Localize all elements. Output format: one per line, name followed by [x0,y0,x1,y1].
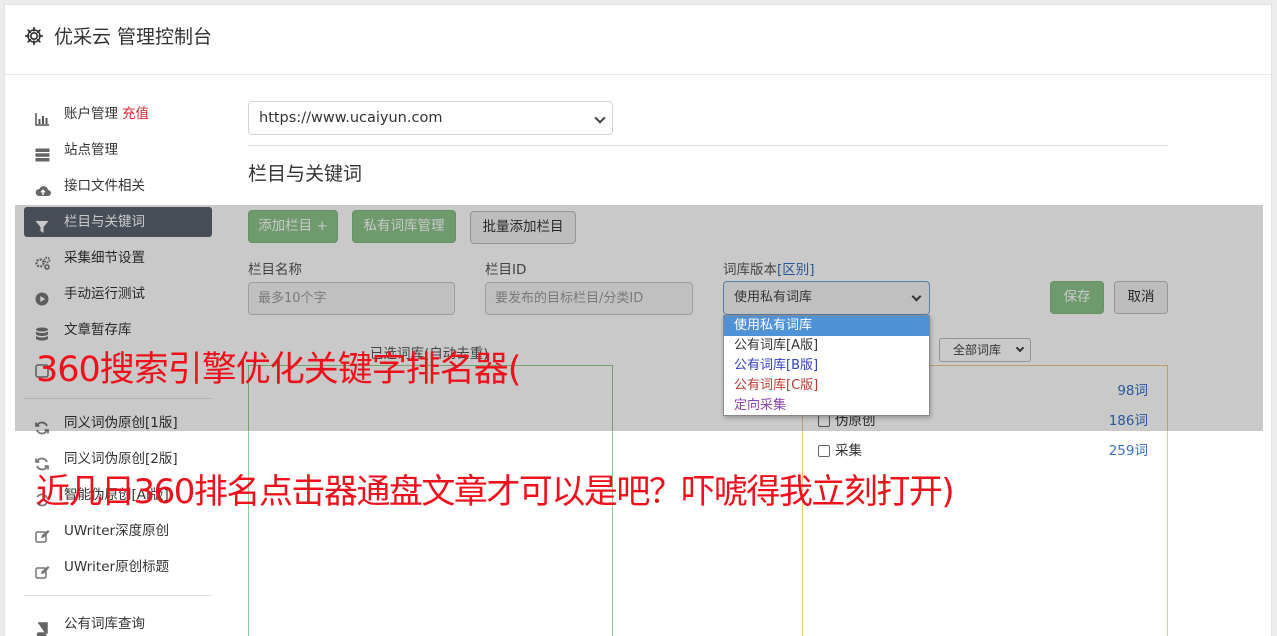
column-name-label: 栏目名称 [248,262,302,278]
sidebar-item-label: 公有词库查询 [64,616,145,632]
bar-chart-icon [35,107,50,126]
sidebar-item-public-lib[interactable]: 公有词库查询 [24,609,212,636]
sidebar-item-label: UWriter原创标题 [64,559,170,575]
cancel-button[interactable]: 取消 [1114,281,1168,314]
sidebar-item-uwriter-deep[interactable]: UWriter深度原创 [24,516,212,546]
library-checkbox[interactable] [818,445,830,457]
chevron-down-icon [594,112,606,124]
sidebar-item-label: 站点管理 [64,142,118,158]
difference-link[interactable]: [区别] [777,262,815,278]
filter-icon [35,215,50,233]
library-count: 259词 [1108,443,1148,459]
card-header: 优采云 管理控制台 [5,5,1273,75]
batch-add-button[interactable]: 批量添加栏目 [470,211,576,244]
sidebar-item-label: UWriter深度原创 [64,523,170,539]
sidebar-item-synonym-2[interactable]: 同义词伪原创[2版] [24,444,212,474]
chevron-down-icon [911,291,922,302]
sidebar-item-interface[interactable]: 接口文件相关 [24,171,212,201]
book-icon [35,617,50,636]
server-icon [35,143,50,162]
private-library-button[interactable]: 私有词库管理 [352,210,456,243]
sidebar-item-hidden[interactable] [24,351,212,381]
column-id-input[interactable]: 要发布的目标栏目/分类ID [485,282,693,315]
sidebar-item-label: 智能伪原创[AI版] [64,487,169,503]
library-version-select[interactable]: 使用私有词库 [723,281,930,315]
library-row[interactable]: 采集 259词 [818,441,1150,461]
play-circle-icon [35,287,50,306]
refresh-icon [35,416,50,435]
dropdown-option-public-c[interactable]: 公有词库[C版] [724,376,929,396]
gear-icon [24,26,44,46]
selected-words-box [248,365,613,636]
dropdown-option-public-b[interactable]: 公有词库[B版] [724,356,929,376]
library-version-label: 词库版本[区别] [723,262,815,278]
library-checkbox[interactable] [818,415,830,427]
library-filter-select[interactable]: 全部词库 [939,338,1031,362]
divider [248,145,1168,146]
app-title: 优采云 管理控制台 [54,26,213,48]
cloud-upload-icon [35,179,51,196]
library-filter-value: 全部词库 [953,343,1002,357]
edit-icon [35,524,50,543]
sidebar-item-synonym-1[interactable]: 同义词伪原创[1版] [24,408,212,438]
sidebar-divider [24,398,212,399]
chevron-down-icon [1015,343,1025,353]
sidebar-divider [24,595,212,596]
sidebar-item-sites[interactable]: 站点管理 [24,135,212,165]
sidebar-item-label: 栏目与关键词 [64,214,145,230]
dropdown-option-public-a[interactable]: 公有词库[A版] [724,336,929,356]
blocked-item-icon [35,359,50,378]
sidebar-item-manual-run[interactable]: 手动运行测试 [24,279,212,309]
sidebar-item-label: 同义词伪原创[2版] [64,451,178,467]
sidebar-item-label: 手动运行测试 [64,286,145,302]
site-select-value: https://www.ucaiyun.com [259,110,443,126]
library-count: 98词 [1117,383,1148,399]
section-title: 栏目与关键词 [248,163,363,185]
column-id-label: 栏目ID [485,262,527,278]
sidebar-item-columns[interactable]: 栏目与关键词 [24,207,212,237]
library-name: 采集 [835,443,862,459]
sidebar-item-collect[interactable]: 采集细节设置 [24,243,212,273]
sidebar-item-article-store[interactable]: 文章暂存库 [24,315,212,345]
database-icon [35,323,50,341]
sidebar-item-label: 同义词伪原创[1版] [64,415,178,431]
sidebar-item-label: 账户管理 [64,106,118,122]
library-version-value: 使用私有词库 [734,290,813,305]
sync-icon [35,488,50,507]
gears-icon [35,251,51,270]
add-column-button[interactable]: 添加栏目 + [248,210,338,243]
save-button[interactable]: 保存 [1050,281,1104,314]
sidebar-item-label: 接口文件相关 [64,178,145,194]
sidebar-item-ai[interactable]: 智能伪原创[AI版] [24,480,212,510]
dropdown-option-targeted[interactable]: 定向采集 [724,396,929,416]
sidebar-item-account[interactable]: 账户管理 充值 [24,99,212,129]
sidebar-item-label: 文章暂存库 [64,322,132,338]
dropdown-option-private[interactable]: 使用私有词库 [724,316,929,336]
edit-icon [35,560,50,579]
recharge-link[interactable]: 充值 [122,106,149,122]
sidebar-item-uwriter-title[interactable]: UWriter原创标题 [24,552,212,582]
selected-words-label: 已选词库(自动去重) [370,346,489,362]
library-count: 186词 [1108,413,1148,429]
library-version-dropdown: 使用私有词库 公有词库[A版] 公有词库[B版] 公有词库[C版] 定向采集 [723,315,930,416]
sidebar-item-label: 采集细节设置 [64,250,145,266]
refresh-icon [35,452,50,471]
column-name-input[interactable]: 最多10个字 [248,282,455,315]
site-select[interactable]: https://www.ucaiyun.com [248,101,613,135]
